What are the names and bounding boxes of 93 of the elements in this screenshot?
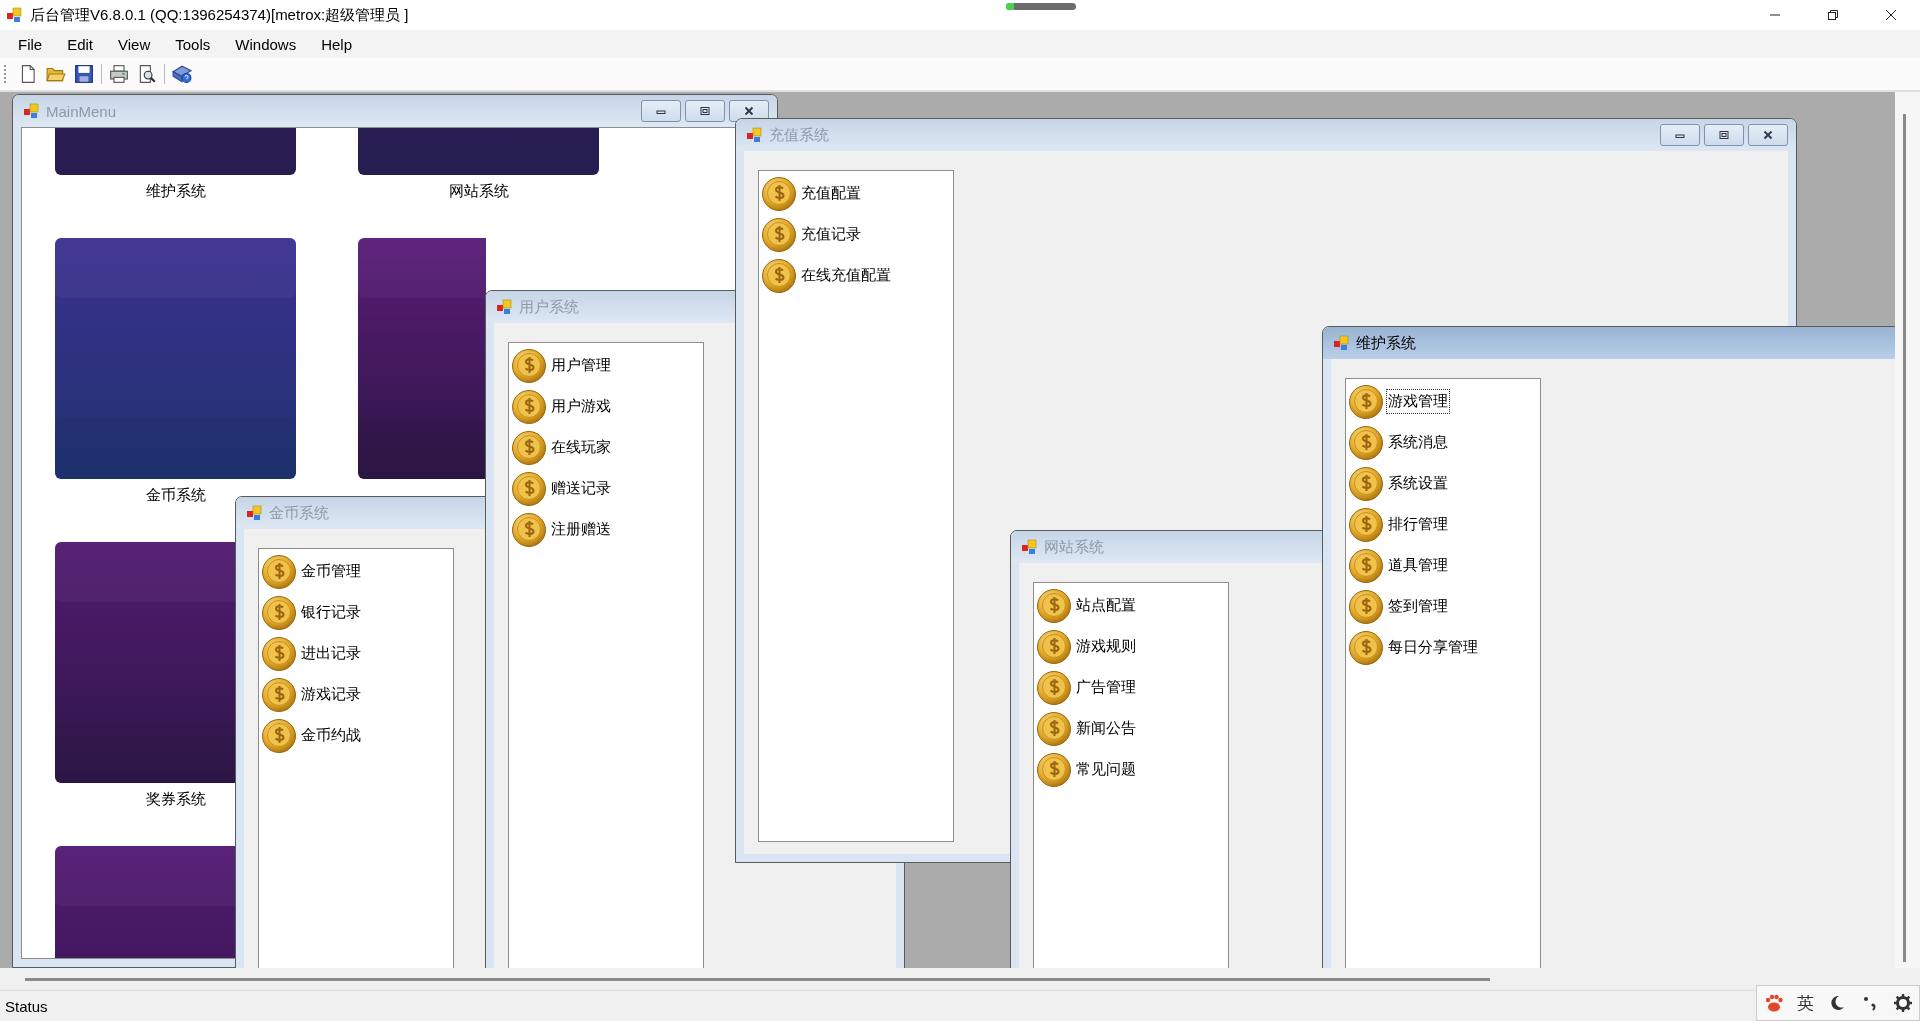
tile-label: 网站系统 <box>448 182 509 201</box>
list-item[interactable]: 签到管理 <box>1386 594 1450 619</box>
window-title: 用户系统 <box>519 297 579 317</box>
menu-item[interactable]: View <box>108 32 161 56</box>
maximize-button[interactable] <box>685 100 725 122</box>
coin-icon[interactable] <box>511 470 547 507</box>
list-item[interactable]: 游戏管理 <box>1386 389 1450 414</box>
window-title: 网站系统 <box>1044 537 1104 557</box>
list-item[interactable]: 在线充值配置 <box>799 263 893 288</box>
tile-label: 金币系统 <box>145 486 206 505</box>
list-item[interactable]: 用户游戏 <box>549 394 613 419</box>
maximize-icon <box>699 105 711 117</box>
settings-icon[interactable] <box>1892 993 1913 1013</box>
list-item[interactable]: 金币约战 <box>299 723 363 748</box>
list-item[interactable]: 充值配置 <box>799 181 863 206</box>
menu-item[interactable]: Help <box>311 32 363 56</box>
list-item[interactable]: 常见问题 <box>1074 757 1138 782</box>
list-item[interactable]: 排行管理 <box>1386 512 1450 537</box>
coin-icon[interactable] <box>511 429 547 466</box>
app-icon <box>746 127 762 143</box>
list-item[interactable]: 在线玩家 <box>549 435 613 460</box>
coin-icon[interactable] <box>1036 587 1072 624</box>
list-item[interactable]: 新闻公告 <box>1074 716 1138 741</box>
close-icon <box>1762 129 1774 141</box>
list-item[interactable]: 用户管理 <box>549 353 613 378</box>
coin-icon[interactable] <box>1348 383 1384 420</box>
coin-icon[interactable] <box>1036 669 1072 706</box>
tile-label: 维护系统 <box>145 182 206 201</box>
coin-icon[interactable] <box>1348 424 1384 461</box>
coin-icon[interactable] <box>761 175 797 212</box>
window-title: 金币系统 <box>269 503 329 523</box>
tile-label: 奖券系统 <box>145 790 206 809</box>
menu-item[interactable]: Edit <box>57 32 104 56</box>
coin-icon[interactable] <box>1348 547 1384 584</box>
list-item[interactable]: 系统设置 <box>1386 471 1450 496</box>
coin-icon[interactable] <box>261 594 297 631</box>
coin-icon[interactable] <box>511 511 547 548</box>
maximize-icon <box>1718 129 1730 141</box>
coin-icon[interactable] <box>1348 629 1384 666</box>
list-item[interactable]: 游戏规则 <box>1074 634 1138 659</box>
window-title: 充值系统 <box>769 125 829 145</box>
coin-icon[interactable] <box>761 257 797 294</box>
app-icon <box>1021 539 1037 555</box>
coin-icon[interactable] <box>261 676 297 713</box>
maximize-button[interactable] <box>1704 124 1744 146</box>
list-item[interactable]: 金币管理 <box>299 559 363 584</box>
window-title: 维护系统 <box>1356 333 1416 353</box>
coin-icon[interactable] <box>261 553 297 590</box>
capture-indicator <box>1006 3 1076 10</box>
coin-icon[interactable] <box>1036 628 1072 665</box>
restore-icon[interactable] <box>1827 9 1839 21</box>
app-icon <box>1333 335 1349 351</box>
app-icon <box>496 299 512 315</box>
list-item[interactable]: 注册赠送 <box>549 517 613 542</box>
list-item[interactable]: 系统消息 <box>1386 430 1450 455</box>
menu-item[interactable]: Windows <box>225 32 307 56</box>
coin-icon[interactable] <box>761 216 797 253</box>
menu-item[interactable]: Tools <box>165 32 221 56</box>
list-item[interactable]: 游戏记录 <box>299 682 363 707</box>
menu-item[interactable]: File <box>8 32 53 56</box>
paw-icon[interactable] <box>1763 993 1784 1013</box>
list-item[interactable]: 赠送记录 <box>549 476 613 501</box>
coin-icon[interactable] <box>1348 465 1384 502</box>
app-icon <box>6 7 22 23</box>
scrollbar-thumb[interactable] <box>1903 114 1906 962</box>
coin-icon[interactable] <box>1348 588 1384 625</box>
list-item[interactable]: 充值记录 <box>799 222 863 247</box>
app-icon <box>246 505 262 521</box>
list-item[interactable]: 进出记录 <box>299 641 363 666</box>
coin-icon[interactable] <box>261 635 297 672</box>
close-button[interactable] <box>1748 124 1788 146</box>
coin-icon[interactable] <box>511 388 547 425</box>
close-icon[interactable] <box>1885 9 1897 21</box>
coin-icon[interactable] <box>1348 506 1384 543</box>
list-item[interactable]: 站点配置 <box>1074 593 1138 618</box>
status-text: Status <box>5 997 48 1015</box>
list-item[interactable]: 道具管理 <box>1386 553 1450 578</box>
window-title: MainMenu <box>46 102 117 120</box>
print-preview-icon[interactable] <box>137 64 157 84</box>
list-item[interactable]: 每日分享管理 <box>1386 635 1480 660</box>
close-icon <box>743 105 755 117</box>
coin-icon[interactable] <box>261 717 297 754</box>
help-book-icon[interactable] <box>172 64 192 84</box>
printer-icon[interactable] <box>109 64 129 84</box>
list-item[interactable]: 广告管理 <box>1074 675 1138 700</box>
window-title: 后台管理V6.8.0.1 (QQ:1396254374)[metrox:超级管理员 ] <box>30 5 409 25</box>
list-item[interactable]: 银行记录 <box>299 600 363 625</box>
app-icon <box>23 103 39 119</box>
input-mode-toggle[interactable]: 英 <box>1796 991 1814 1015</box>
coin-icon[interactable] <box>511 347 547 384</box>
scrollbar-thumb[interactable] <box>25 978 1490 981</box>
coin-icon[interactable] <box>1036 751 1072 788</box>
coin-icon[interactable] <box>1036 710 1072 747</box>
